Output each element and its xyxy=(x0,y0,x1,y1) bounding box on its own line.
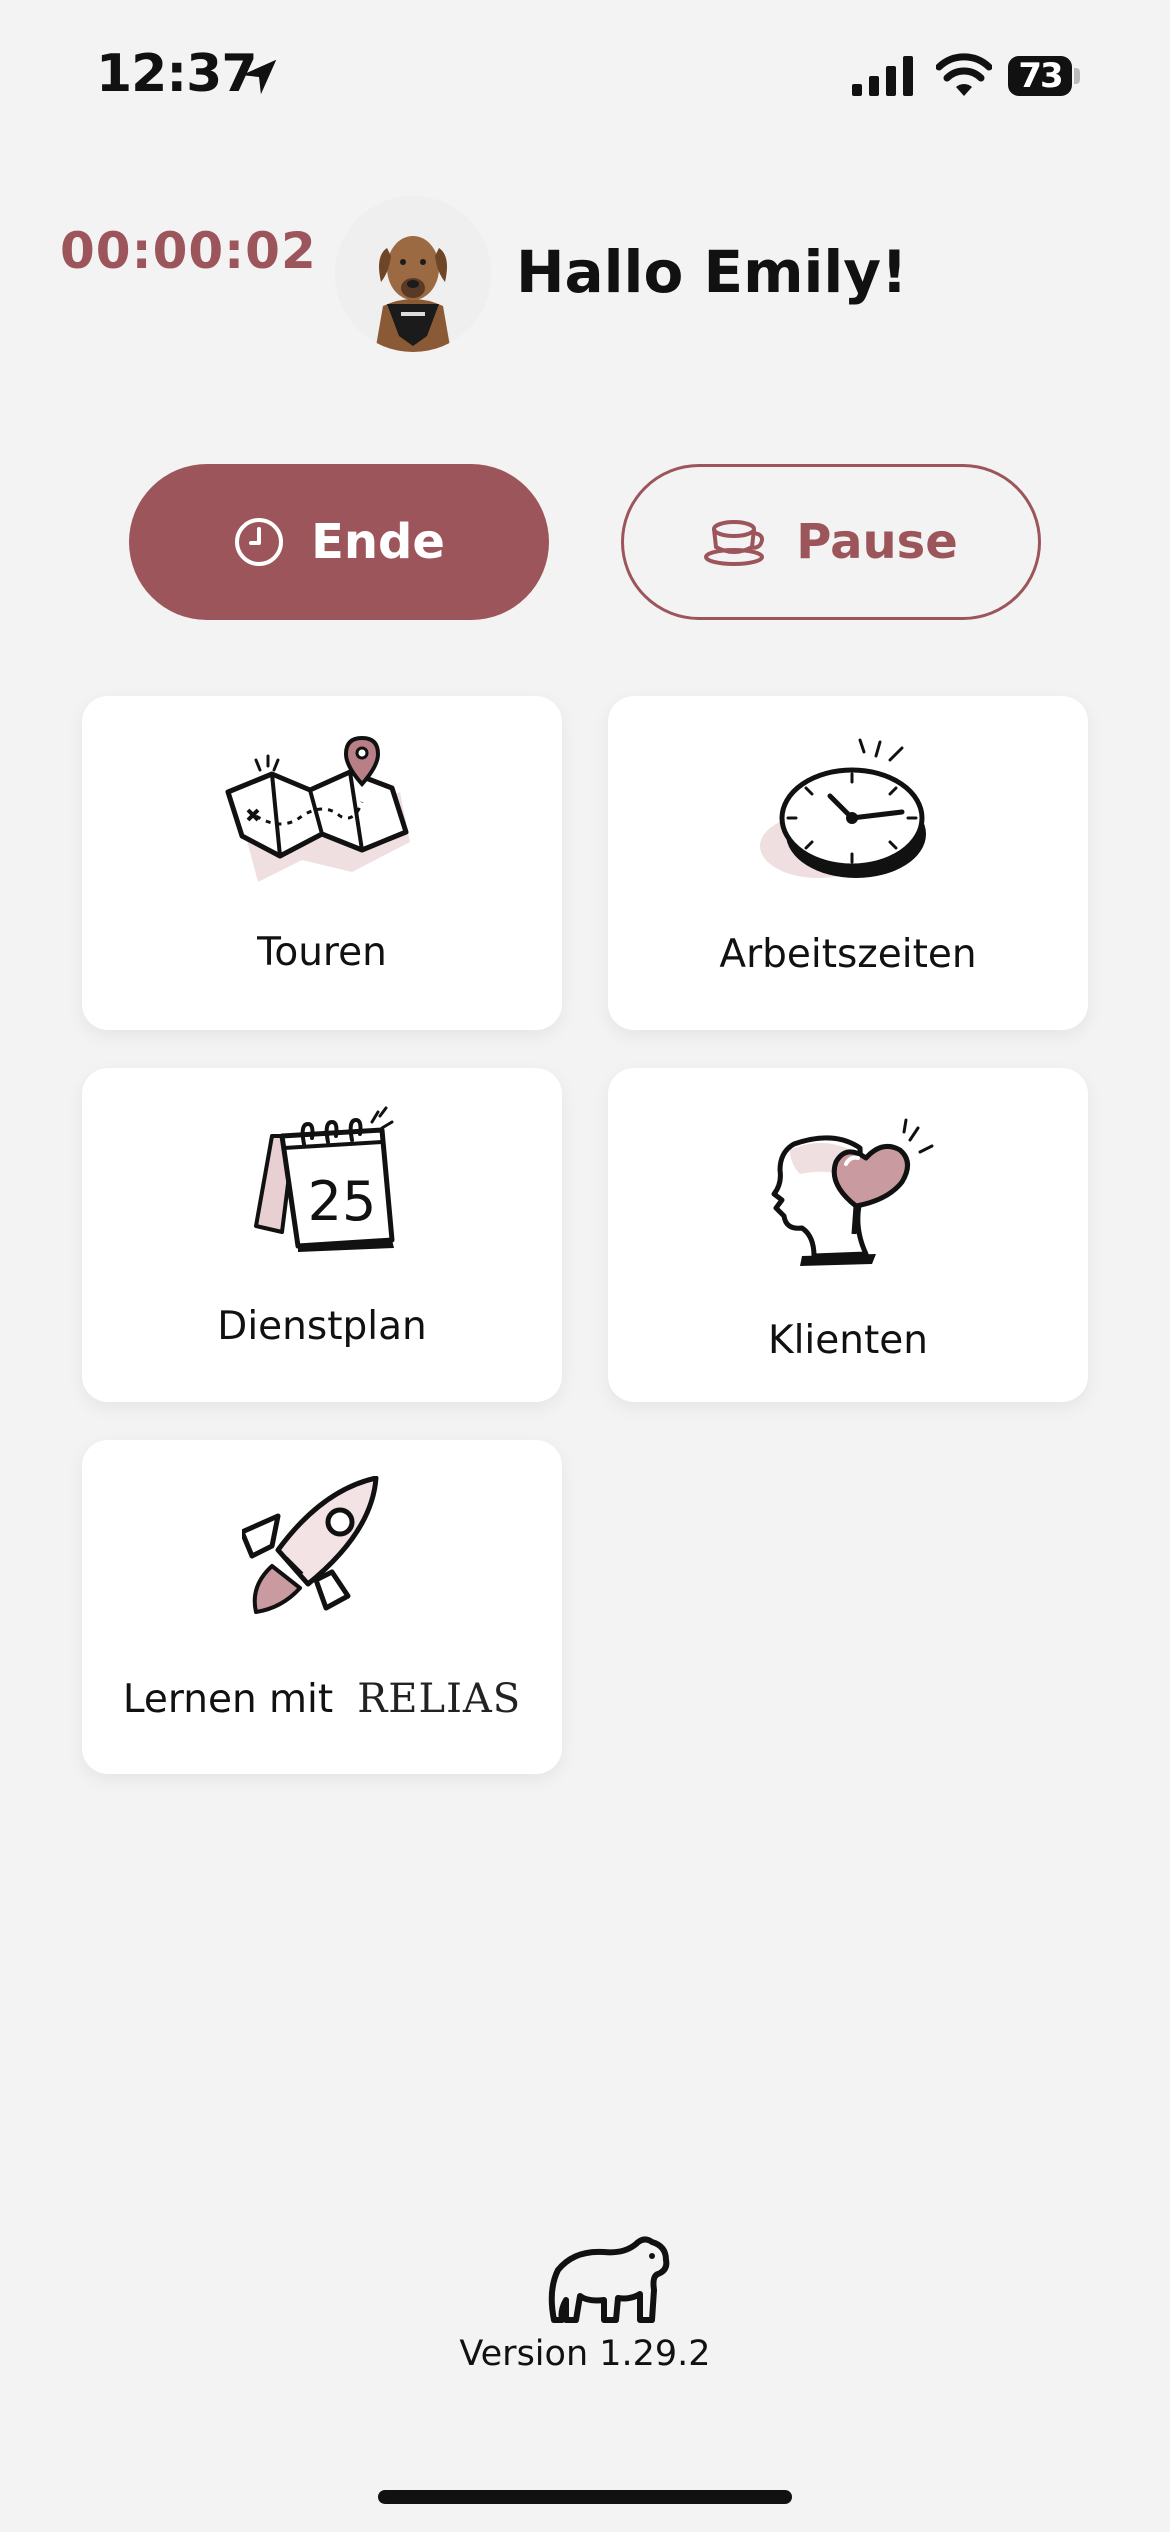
tile-dienstplan[interactable]: 25 Dienstplan xyxy=(82,1068,562,1402)
map-icon xyxy=(225,735,410,882)
tile-klienten[interactable]: Klienten xyxy=(608,1068,1088,1402)
rocket-icon xyxy=(242,1476,379,1614)
dog-avatar-image xyxy=(335,196,491,352)
tile-label-dienstplan: Dienstplan xyxy=(217,1304,427,1349)
tile-label-klienten: Klienten xyxy=(768,1318,928,1363)
greeting: Hallo Emily! xyxy=(516,238,908,306)
calendar-icon: 25 xyxy=(254,1106,395,1252)
bear-logo-icon xyxy=(548,2236,670,2323)
work-timer: 00:00:02 xyxy=(60,222,317,280)
end-button-label: Ende xyxy=(311,514,445,570)
clock-icon xyxy=(235,518,284,566)
tile-label-touren: Touren xyxy=(257,930,387,975)
pause-button-label: Pause xyxy=(796,514,958,570)
coffee-cup-icon xyxy=(704,520,765,566)
cellular-signal-icon xyxy=(852,56,913,96)
calendar-day: 25 xyxy=(308,1170,377,1233)
tile-lernen-relias[interactable]: Lernen mit RELIAS xyxy=(82,1440,562,1774)
status-time: 12:37 xyxy=(96,44,258,104)
wifi-icon xyxy=(936,53,992,96)
stopwatch-icon xyxy=(760,738,926,878)
tile-label-arbeitszeiten: Arbeitszeiten xyxy=(719,932,977,977)
app-version: Version 1.29.2 xyxy=(459,2334,711,2374)
home-indicator[interactable] xyxy=(378,2490,792,2504)
avatar[interactable] xyxy=(335,196,491,352)
battery-indicator: 73 xyxy=(1008,56,1082,98)
pause-button[interactable]: Pause xyxy=(621,464,1041,620)
battery-level: 73 xyxy=(1018,56,1063,96)
location-arrow-icon xyxy=(241,59,277,95)
tile-label-lernen: Lernen mit xyxy=(122,1677,334,1722)
tile-label-row: Lernen mit RELIAS xyxy=(82,1676,562,1722)
tile-touren[interactable]: Touren xyxy=(82,696,562,1030)
end-shift-button[interactable]: Ende xyxy=(129,464,549,620)
relias-logo: RELIAS xyxy=(357,1676,522,1722)
tile-arbeitszeiten[interactable]: Arbeitszeiten xyxy=(608,696,1088,1030)
head-heart-icon xyxy=(771,1118,934,1266)
